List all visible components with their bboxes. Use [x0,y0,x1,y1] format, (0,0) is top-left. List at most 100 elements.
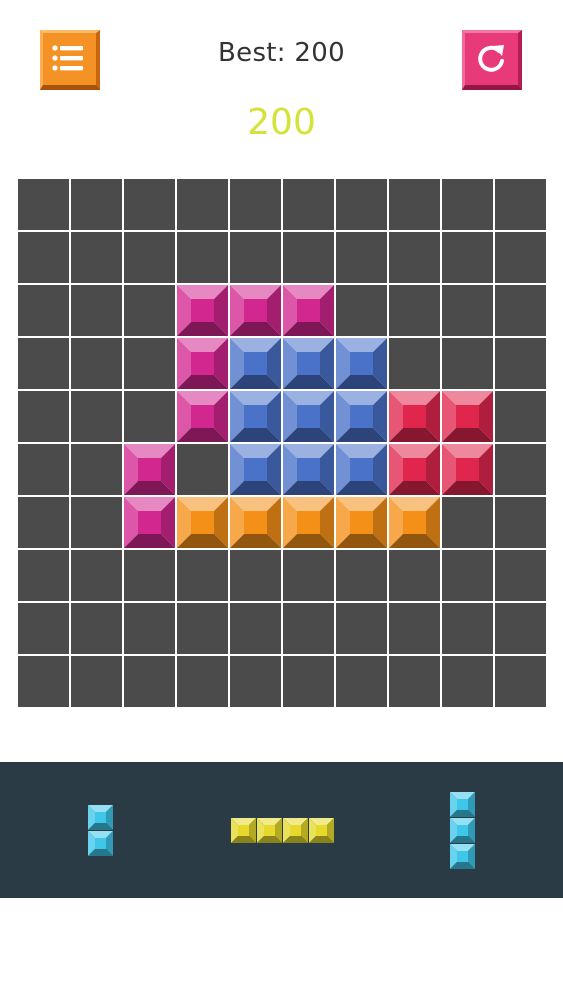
board-cell-empty[interactable] [283,656,334,707]
board-cell-empty[interactable] [177,232,228,283]
board-cell-pink[interactable] [124,444,175,495]
board-cell-empty[interactable] [177,179,228,230]
board-cell-empty[interactable] [71,391,122,442]
board-cell-empty[interactable] [71,444,122,495]
board-cell-empty[interactable] [18,444,69,495]
board-cell-empty[interactable] [177,603,228,654]
board-cell-empty[interactable] [18,603,69,654]
board-cell-orange[interactable] [230,497,281,548]
board-cell-empty[interactable] [283,603,334,654]
board-cell-empty[interactable] [230,179,281,230]
board-cell-blue[interactable] [283,444,334,495]
board-cell-empty[interactable] [124,603,175,654]
board-cell-empty[interactable] [71,550,122,601]
board-cell-empty[interactable] [495,550,546,601]
board-cell-blue[interactable] [336,391,387,442]
board-cell-empty[interactable] [389,603,440,654]
board-cell-empty[interactable] [18,497,69,548]
board-cell-empty[interactable] [18,338,69,389]
board-cell-empty[interactable] [177,550,228,601]
piece-vertical-3[interactable] [450,792,475,869]
board-cell-empty[interactable] [18,391,69,442]
board-cell-empty[interactable] [283,232,334,283]
board-cell-blue[interactable] [336,444,387,495]
board-cell-empty[interactable] [495,338,546,389]
board-cell-pink[interactable] [230,285,281,336]
restart-button[interactable] [462,30,522,90]
board-cell-empty[interactable] [442,497,493,548]
board-cell-empty[interactable] [283,179,334,230]
board-cell-pink[interactable] [124,497,175,548]
board-cell-empty[interactable] [283,550,334,601]
board-cell-empty[interactable] [18,656,69,707]
board-cell-blue[interactable] [230,391,281,442]
board-cell-empty[interactable] [389,285,440,336]
board-cell-red[interactable] [442,391,493,442]
board-cell-empty[interactable] [230,232,281,283]
board-cell-empty[interactable] [71,179,122,230]
board-cell-empty[interactable] [71,285,122,336]
board-cell-empty[interactable] [71,338,122,389]
board-cell-empty[interactable] [177,656,228,707]
board-cell-blue[interactable] [283,338,334,389]
game-board[interactable] [17,178,546,707]
board-cell-orange[interactable] [283,497,334,548]
board-cell-blue[interactable] [230,444,281,495]
board-cell-empty[interactable] [495,391,546,442]
board-cell-empty[interactable] [71,656,122,707]
board-cell-empty[interactable] [336,550,387,601]
board-cell-empty[interactable] [124,656,175,707]
board-cell-empty[interactable] [442,603,493,654]
board-cell-empty[interactable] [71,232,122,283]
board-cell-empty[interactable] [442,656,493,707]
board-cell-empty[interactable] [442,232,493,283]
board-cell-empty[interactable] [495,603,546,654]
board-cell-orange[interactable] [389,497,440,548]
board-cell-empty[interactable] [442,550,493,601]
board-cell-empty[interactable] [389,179,440,230]
board-cell-pink[interactable] [283,285,334,336]
piece-horizontal-4[interactable] [231,818,334,843]
board-cell-empty[interactable] [124,338,175,389]
board-cell-empty[interactable] [18,285,69,336]
board-cell-empty[interactable] [124,232,175,283]
board-cell-empty[interactable] [124,179,175,230]
board-cell-empty[interactable] [389,338,440,389]
board-cell-empty[interactable] [177,444,228,495]
board-cell-empty[interactable] [18,550,69,601]
board-cell-red[interactable] [389,444,440,495]
board-cell-empty[interactable] [495,444,546,495]
board-cell-pink[interactable] [177,391,228,442]
board-cell-empty[interactable] [230,656,281,707]
board-cell-empty[interactable] [442,285,493,336]
board-cell-empty[interactable] [124,285,175,336]
board-cell-empty[interactable] [230,550,281,601]
board-cell-empty[interactable] [442,338,493,389]
board-cell-empty[interactable] [336,656,387,707]
board-cell-empty[interactable] [336,232,387,283]
board-cell-empty[interactable] [389,232,440,283]
board-cell-empty[interactable] [495,232,546,283]
board-cell-red[interactable] [389,391,440,442]
piece-vertical-2[interactable] [88,805,113,856]
board-cell-empty[interactable] [18,179,69,230]
board-cell-orange[interactable] [177,497,228,548]
board-cell-empty[interactable] [336,179,387,230]
board-cell-empty[interactable] [389,656,440,707]
board-cell-blue[interactable] [336,338,387,389]
board-cell-blue[interactable] [283,391,334,442]
board-cell-empty[interactable] [495,497,546,548]
board-cell-empty[interactable] [442,179,493,230]
board-cell-blue[interactable] [230,338,281,389]
board-cell-empty[interactable] [336,285,387,336]
board-cell-empty[interactable] [495,656,546,707]
board-cell-pink[interactable] [177,285,228,336]
board-cell-pink[interactable] [177,338,228,389]
board-cell-empty[interactable] [336,603,387,654]
board-cell-empty[interactable] [124,550,175,601]
board-cell-empty[interactable] [18,232,69,283]
board-cell-empty[interactable] [495,285,546,336]
board-cell-empty[interactable] [71,603,122,654]
board-cell-empty[interactable] [389,550,440,601]
board-cell-red[interactable] [442,444,493,495]
